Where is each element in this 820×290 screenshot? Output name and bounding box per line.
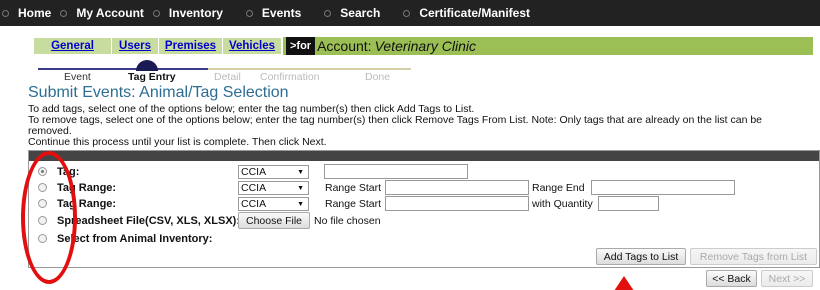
dropdown-arrow-icon: ▼	[297, 184, 304, 192]
nav-certificate-manifest[interactable]: Certificate/Manifest	[394, 0, 530, 26]
step-event: Event	[64, 71, 91, 83]
range-end-label: Range End	[532, 181, 585, 194]
tab-vehicles[interactable]: Vehicles	[223, 38, 281, 54]
dropdown-arrow-icon: ▼	[297, 168, 304, 176]
nav-home-label: Home	[18, 6, 52, 20]
tag-range-type-value: CCIA	[241, 181, 267, 194]
highlight-ellipse	[21, 151, 77, 284]
nav-bullet-icon	[403, 9, 411, 17]
tag-type-value: CCIA	[241, 165, 267, 178]
tab-users[interactable]: Users	[112, 38, 158, 54]
dropdown-arrow-icon: ▼	[297, 200, 304, 208]
quantity-label: with Quantity	[532, 197, 593, 210]
tag-selection-panel: Tag: CCIA ▼ Tag Range: CCIA ▼ Range Start …	[28, 150, 820, 268]
nav-inventory-label: Inventory	[168, 6, 223, 20]
account-subnav: General Users Premises Vehicles >for Acc…	[33, 37, 813, 55]
step-tag-entry: Tag Entry	[128, 71, 176, 83]
highlight-arrow-icon	[612, 276, 636, 290]
instruction-remove: To remove tags, select one of the option…	[28, 114, 763, 126]
account-tabs: General Users Premises Vehicles	[33, 37, 283, 55]
step-done: Done	[365, 71, 391, 83]
nav-bullet-icon	[2, 9, 9, 17]
account-label: Account:	[317, 38, 372, 54]
nav-bullet-icon	[245, 9, 253, 17]
nav-inventory[interactable]: Inventory	[144, 0, 223, 26]
tag-range-row: Tag Range: CCIA ▼ Range Start Range End	[29, 179, 819, 196]
tag-type-select[interactable]: CCIA ▼	[238, 164, 309, 179]
nav-bullet-icon	[60, 9, 68, 17]
nav-events-label: Events	[261, 6, 302, 20]
steps-remaining-line	[208, 68, 411, 70]
range-start-label: Range Start	[325, 197, 382, 210]
account-heading: Account: Veterinary Clinic	[315, 37, 476, 55]
tag-range-quantity-type-select[interactable]: CCIA ▼	[238, 196, 309, 211]
steps-progress-line	[38, 68, 411, 70]
instruction-continue: Continue this process until your list is…	[28, 136, 327, 148]
range-start-quantity-input[interactable]	[385, 196, 529, 211]
range-start-label: Range Start	[325, 181, 382, 194]
tag-range-quantity-row: Tag Range: CCIA ▼ Range Start with Quanti…	[29, 195, 819, 212]
top-nav: Home My Account Inventory Events Search …	[0, 0, 820, 26]
nav-my-account-label: My Account	[76, 6, 144, 20]
remove-tags-button[interactable]: Remove Tags from List	[690, 248, 817, 265]
nav-bullet-icon	[324, 9, 332, 17]
quantity-input[interactable]	[598, 196, 659, 211]
nav-bullet-icon	[152, 9, 160, 17]
tab-general[interactable]: General	[34, 38, 111, 54]
inventory-row: Select from Animal Inventory:	[29, 230, 819, 247]
panel-header-bar	[29, 151, 819, 161]
nav-my-account[interactable]: My Account	[51, 0, 144, 26]
tag-range-quantity-type-value: CCIA	[241, 197, 267, 210]
next-button[interactable]: Next >>	[761, 270, 813, 287]
range-end-input[interactable]	[591, 180, 735, 195]
account-name: Veterinary Clinic	[374, 38, 476, 54]
nav-home[interactable]: Home	[0, 0, 51, 26]
tag-row: Tag: CCIA ▼	[29, 163, 819, 180]
page-title: Submit Events: Animal/Tag Selection	[28, 84, 289, 101]
spreadsheet-row: Spreadsheet File(CSV, XLS, XLSX): Choose…	[29, 212, 819, 229]
file-status: No file chosen	[314, 214, 381, 227]
for-label: >for	[286, 37, 316, 55]
step-confirmation: Confirmation	[260, 71, 320, 83]
back-button[interactable]: << Back	[706, 270, 757, 287]
nav-events[interactable]: Events	[237, 0, 301, 26]
range-start-input[interactable]	[385, 180, 529, 195]
nav-search-label: Search	[340, 6, 381, 20]
add-tags-button[interactable]: Add Tags to List	[596, 248, 686, 265]
current-step-marker	[136, 60, 158, 71]
nav-certificate-manifest-label: Certificate/Manifest	[419, 6, 531, 20]
tag-range-type-select[interactable]: CCIA ▼	[238, 180, 309, 195]
inventory-label: Select from Animal Inventory:	[57, 232, 213, 245]
nav-search[interactable]: Search	[315, 0, 380, 26]
step-detail: Detail	[214, 71, 241, 83]
spreadsheet-label: Spreadsheet File(CSV, XLS, XLSX):	[57, 214, 240, 227]
tab-premises[interactable]: Premises	[159, 38, 222, 54]
choose-file-button[interactable]: Choose File	[238, 212, 310, 229]
tag-number-input[interactable]	[324, 164, 468, 179]
